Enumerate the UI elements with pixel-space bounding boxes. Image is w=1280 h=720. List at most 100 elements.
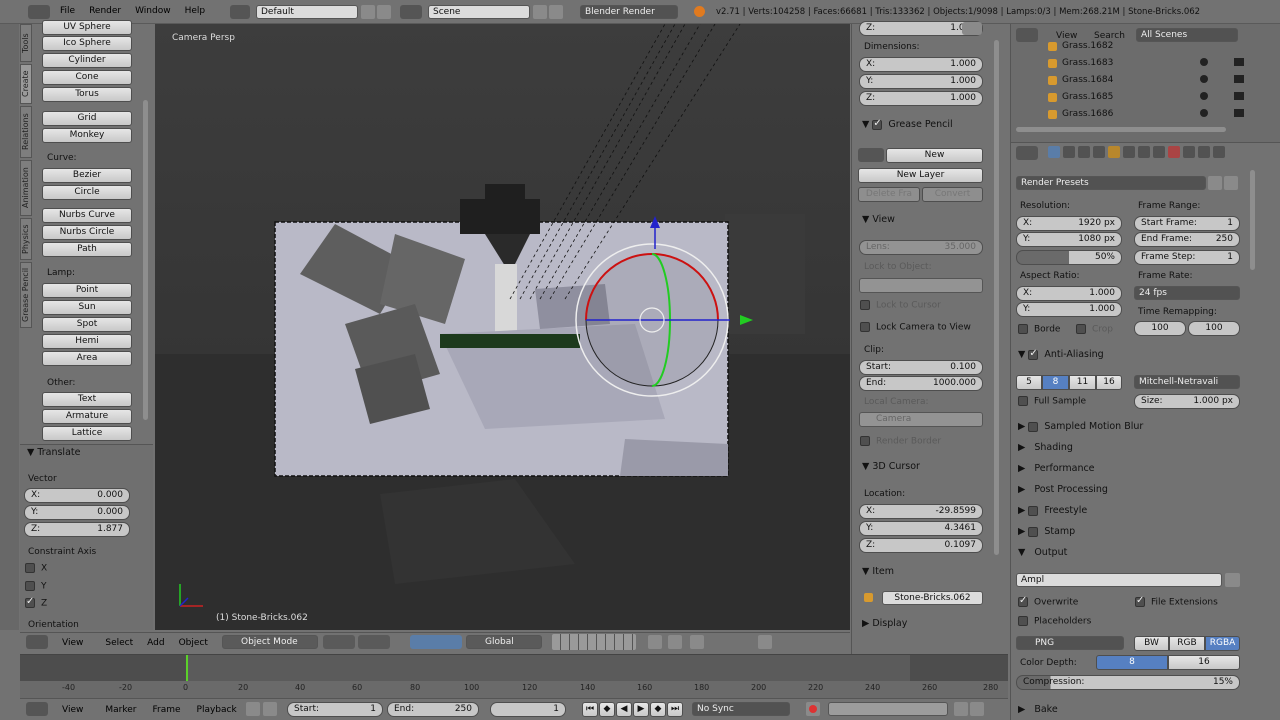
keyframe-insert-icon[interactable] [954, 702, 968, 716]
color-bw-button[interactable]: BW [1134, 636, 1169, 651]
outliner-row[interactable]: Grass.1682 [1030, 40, 1245, 54]
vector-x-field[interactable]: X: 0.000 [24, 488, 130, 503]
scene-icon[interactable] [400, 5, 422, 19]
monkey-button[interactable]: Monkey [42, 128, 132, 143]
new-layer-button[interactable]: New Layer [858, 168, 983, 183]
checkbox-checked-icon[interactable] [872, 118, 883, 130]
fps-select[interactable]: 24 fps [1134, 286, 1240, 300]
view-panel-header[interactable]: ▼ View [862, 214, 895, 225]
world-tab-icon[interactable] [1093, 146, 1105, 158]
layout-remove-icon[interactable] [377, 5, 391, 19]
eye-icon[interactable] [1200, 58, 1208, 66]
start-frame-field[interactable]: Start Frame: 1 [1134, 216, 1240, 231]
constraints-tab-icon[interactable] [1123, 146, 1135, 158]
eye-icon[interactable] [1200, 75, 1208, 83]
physics-tab-icon[interactable] [1213, 146, 1225, 158]
menu-select[interactable]: Select [105, 638, 133, 648]
menu-render[interactable]: Render [89, 6, 121, 16]
scene-tab-icon[interactable] [1078, 146, 1090, 158]
performance-header[interactable]: ▶ Performance [1018, 463, 1095, 474]
properties-scrollbar[interactable] [1250, 170, 1255, 270]
timeline-editor-icon[interactable] [26, 702, 48, 716]
snap-icon[interactable] [668, 635, 682, 649]
checkbox-icon[interactable] [1028, 526, 1039, 537]
file-extensions-toggle[interactable]: File Extensions [1135, 595, 1218, 608]
record-icon[interactable] [806, 702, 820, 716]
operator-title[interactable]: ▼ Translate [27, 447, 80, 458]
toolshelf-scrollbar[interactable] [143, 100, 148, 420]
post-processing-header[interactable]: ▶ Post Processing [1018, 484, 1108, 495]
orientation-select[interactable]: Global [466, 635, 542, 649]
cursor-z-field[interactable]: Z: 0.1097 [859, 538, 983, 553]
render-icon[interactable] [1234, 109, 1244, 117]
modifiers-tab-icon[interactable] [1138, 146, 1150, 158]
color-rgb-button[interactable]: RGB [1169, 636, 1205, 651]
depth-16-button[interactable]: 16 [1168, 655, 1240, 670]
jump-end-icon[interactable]: ⏭ [667, 702, 683, 717]
end-frame-field[interactable]: End Frame: 250 [1134, 232, 1240, 247]
gp-new-button[interactable]: New [886, 148, 983, 163]
tab-animation[interactable]: Animation [20, 160, 32, 216]
item-header[interactable]: ▼ Item [862, 566, 894, 577]
layers-grid[interactable] [552, 634, 636, 650]
outliner-hscrollbar[interactable] [1016, 127, 1226, 132]
aa-sample-16[interactable]: 16 [1096, 375, 1122, 390]
res-x-field[interactable]: X: 1920 px [1016, 216, 1122, 231]
aa-sample-5[interactable]: 5 [1016, 375, 1042, 390]
clip-end-field[interactable]: End: 1000.000 [859, 376, 983, 391]
jump-start-icon[interactable]: ⏮ [582, 702, 598, 717]
local-camera-field[interactable]: Camera [859, 412, 983, 427]
hemi-lamp-button[interactable]: Hemi [42, 334, 132, 349]
lock-icon[interactable] [962, 22, 982, 35]
cursor-y-field[interactable]: Y: 4.3461 [859, 521, 983, 536]
res-y-field[interactable]: Y: 1080 px [1016, 232, 1122, 247]
preview-range-icon[interactable] [246, 702, 260, 716]
tab-relations[interactable]: Relations [20, 106, 32, 158]
eye-icon[interactable] [1200, 92, 1208, 100]
scene-remove-icon[interactable] [549, 5, 563, 19]
lock-camera-to-view[interactable]: Lock Camera to View [860, 322, 971, 333]
lattice-button[interactable]: Lattice [42, 426, 132, 441]
crop-toggle[interactable]: Crop [1076, 324, 1113, 335]
nurbs-curve-button[interactable]: Nurbs Curve [42, 208, 132, 223]
uv-sphere-button[interactable]: UV Sphere [42, 20, 132, 35]
menu-marker[interactable]: Marker [105, 705, 136, 715]
render-layers-icon[interactable] [1063, 146, 1075, 158]
lens-field[interactable]: Lens: 35.000 [859, 240, 983, 255]
shading-select[interactable] [323, 635, 355, 649]
area-lamp-button[interactable]: Area [42, 351, 132, 366]
color-rgba-button[interactable]: RGBA [1205, 636, 1240, 651]
grid-button[interactable]: Grid [42, 111, 132, 126]
camera-icon[interactable] [758, 635, 772, 649]
torus-button[interactable]: Torus [42, 87, 132, 102]
lock-to-cursor[interactable]: Lock to Cursor [860, 300, 941, 311]
checkbox-icon[interactable] [1028, 505, 1039, 516]
tab-create[interactable]: Create [20, 64, 32, 104]
menu-playback[interactable]: Playback [197, 705, 237, 715]
editor-type-icon[interactable] [28, 5, 50, 19]
cone-button[interactable]: Cone [42, 70, 132, 85]
view3d-editor-icon[interactable] [26, 635, 48, 649]
item-name-field[interactable]: Stone-Bricks.062 [882, 591, 983, 605]
aa-sample-11[interactable]: 11 [1069, 375, 1096, 390]
render-icon[interactable] [1234, 58, 1244, 66]
render-engine-select[interactable]: Blender Render [580, 5, 678, 19]
aa-filter-select[interactable]: Mitchell-Netravali [1134, 375, 1240, 389]
convert-button[interactable]: Convert [922, 187, 983, 202]
aspect-y-field[interactable]: Y: 1.000 [1016, 302, 1122, 317]
frame-step-field[interactable]: Frame Step: 1 [1134, 250, 1240, 265]
menu-add[interactable]: Add [147, 638, 164, 648]
overwrite-toggle[interactable]: Overwrite [1018, 595, 1078, 608]
dimension-x-field[interactable]: X: 1.000 [859, 57, 983, 72]
cylinder-button[interactable]: Cylinder [42, 53, 132, 68]
sync-select[interactable]: No Sync [692, 702, 790, 716]
tab-physics[interactable]: Physics [20, 218, 32, 260]
stamp-header[interactable]: ▶ Stamp [1018, 526, 1075, 537]
shading-header[interactable]: ▶ Shading [1018, 442, 1073, 453]
render-border[interactable]: Render Border [860, 436, 941, 447]
lock-object-field[interactable] [859, 278, 983, 293]
point-lamp-button[interactable]: Point [42, 283, 132, 298]
menu-file[interactable]: File [60, 6, 75, 16]
path-button[interactable]: Path [42, 242, 132, 257]
spot-lamp-button[interactable]: Spot [42, 317, 132, 332]
